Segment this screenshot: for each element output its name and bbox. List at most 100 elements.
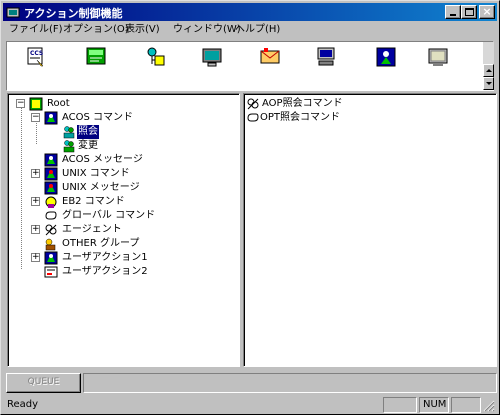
monitor-button[interactable]	[201, 46, 223, 68]
eb2-command-icon	[45, 196, 57, 208]
global-command-icon	[247, 113, 259, 122]
tree-label: ユーザアクション1	[62, 252, 148, 263]
flowchart-icon	[147, 47, 165, 66]
toolbar: CCS	[6, 41, 494, 91]
mail-button[interactable]	[259, 46, 281, 68]
status-bar: Ready NUM	[3, 396, 497, 414]
terminal-button[interactable]	[85, 46, 107, 68]
list-item-label: AOP照会コマンド	[262, 98, 343, 109]
app-icon	[6, 7, 20, 18]
user-action-icon	[44, 266, 58, 278]
svg-text:CCS: CCS	[30, 50, 43, 57]
menu-file[interactable]: ファイル(F)	[9, 23, 63, 37]
unix-command-icon	[44, 167, 58, 181]
tree-label: UNIX コマンド	[62, 168, 130, 179]
collapse-toggle[interactable]: −	[31, 112, 40, 122]
tree-row-user-action2[interactable]: ユーザアクション2	[8, 265, 238, 279]
tree-label: ACOS メッセージ	[62, 154, 143, 165]
resize-grip-icon[interactable]	[483, 400, 495, 412]
tree-row-global-command[interactable]: グローバル コマンド	[8, 209, 238, 223]
users-icon	[63, 126, 75, 139]
menu-window[interactable]: ウィンドウ(W)	[173, 23, 241, 37]
list-item-label: OPT照会コマンド	[260, 112, 341, 123]
status-cell-empty	[451, 397, 481, 413]
title-bar[interactable]: アクション制御機能 ×	[3, 3, 497, 21]
minimize-icon	[450, 14, 456, 16]
display-icon	[428, 48, 448, 66]
list-item[interactable]: AOP照会コマンド	[246, 97, 486, 111]
mail-icon	[260, 48, 280, 64]
tree-label: UNIX メッセージ	[62, 182, 140, 193]
minimize-button[interactable]	[445, 5, 461, 19]
users-icon	[63, 140, 75, 153]
network-icon	[317, 47, 335, 66]
tree-row-user-action1[interactable]: + ユーザアクション1	[8, 251, 238, 265]
maximize-button[interactable]	[461, 5, 477, 19]
tree-label: OTHER グループ	[62, 238, 140, 249]
terminal-icon	[86, 47, 106, 65]
tree-row-acos-message[interactable]: ACOS メッセージ	[8, 153, 238, 167]
agent-icon	[376, 47, 396, 67]
queue-area	[83, 373, 497, 393]
expand-toggle[interactable]: +	[31, 168, 40, 178]
window-title: アクション制御機能	[24, 7, 123, 20]
expand-toggle[interactable]: +	[31, 252, 40, 262]
tree-label: 照会	[77, 125, 99, 139]
acos-message-icon	[44, 153, 58, 167]
tree-label: グローバル コマンド	[62, 210, 156, 221]
tree-row-change[interactable]: 変更	[8, 139, 238, 153]
maximize-icon	[465, 8, 474, 16]
scroll-up-button[interactable]	[483, 64, 494, 77]
tree-row-unix-message[interactable]: UNIX メッセージ	[8, 181, 238, 195]
network-button[interactable]	[315, 46, 337, 68]
menu-help[interactable]: ヘルプ(H)	[235, 23, 280, 37]
arrow-down-icon	[486, 82, 492, 85]
acos-command-icon	[44, 111, 58, 125]
menu-view[interactable]: 表示(V)	[125, 23, 160, 37]
tree-row-other-group[interactable]: OTHER グループ	[8, 237, 238, 251]
close-button[interactable]: ×	[479, 5, 495, 19]
queue-button[interactable]: QUEUE	[6, 373, 81, 393]
toolbar-scrollbar[interactable]	[483, 42, 494, 90]
tree-label: EB2 コマンド	[62, 196, 125, 207]
tree-row-acos-command[interactable]: − ACOS コマンド	[8, 111, 238, 125]
tree-row-unix-command[interactable]: + UNIX コマンド	[8, 167, 238, 181]
agent-node-icon	[45, 224, 57, 236]
root-icon	[29, 97, 43, 111]
collapse-toggle[interactable]: −	[16, 98, 25, 108]
other-group-icon	[45, 238, 56, 251]
status-text: Ready	[7, 399, 39, 410]
monitor-icon	[202, 48, 222, 67]
menu-bar: ファイル(F) オプション(O) 表示(V) ウィンドウ(W) ヘルプ(H)	[3, 22, 497, 39]
tree-label: ACOS コマンド	[62, 112, 134, 123]
tree-label: ユーザアクション2	[62, 266, 148, 277]
arrow-up-icon	[486, 69, 492, 72]
list-item[interactable]: OPT照会コマンド	[246, 111, 486, 125]
main-window: アクション制御機能 × ファイル(F) オプション(O) 表示(V) ウィンドウ…	[0, 0, 500, 415]
expand-toggle[interactable]: +	[31, 224, 40, 234]
list-pane[interactable]: AOP照会コマンド OPT照会コマンド	[243, 93, 497, 367]
tree-label: Root	[47, 98, 70, 109]
agent-node-icon	[247, 98, 259, 110]
tree-label: 変更	[78, 140, 98, 151]
user-action-icon	[44, 251, 58, 265]
tree-pane[interactable]: − Root − ACOS コマンド 照会 変更 ACOS メッセージ + UN…	[7, 93, 240, 367]
close-icon: ×	[482, 5, 492, 18]
expand-toggle[interactable]: +	[31, 196, 40, 206]
menu-option[interactable]: オプション(O)	[63, 23, 129, 37]
tree-label: エージェント	[62, 224, 122, 235]
ccs-button[interactable]: CCS	[25, 46, 47, 68]
tree-row-inquiry[interactable]: 照会	[8, 125, 238, 139]
scroll-down-button[interactable]	[483, 77, 494, 90]
tree-row-eb2-command[interactable]: + EB2 コマンド	[8, 195, 238, 209]
global-command-icon	[45, 211, 57, 220]
unix-message-icon	[44, 181, 58, 195]
display-button[interactable]	[427, 46, 449, 68]
flowchart-button[interactable]	[145, 46, 167, 68]
tree-row-agent[interactable]: + エージェント	[8, 223, 238, 237]
status-cell-empty	[383, 397, 417, 413]
num-lock-indicator: NUM	[419, 397, 449, 413]
agent-button[interactable]	[375, 46, 397, 68]
ccs-icon: CCS	[27, 47, 44, 67]
tree-row-root[interactable]: − Root	[8, 97, 238, 111]
